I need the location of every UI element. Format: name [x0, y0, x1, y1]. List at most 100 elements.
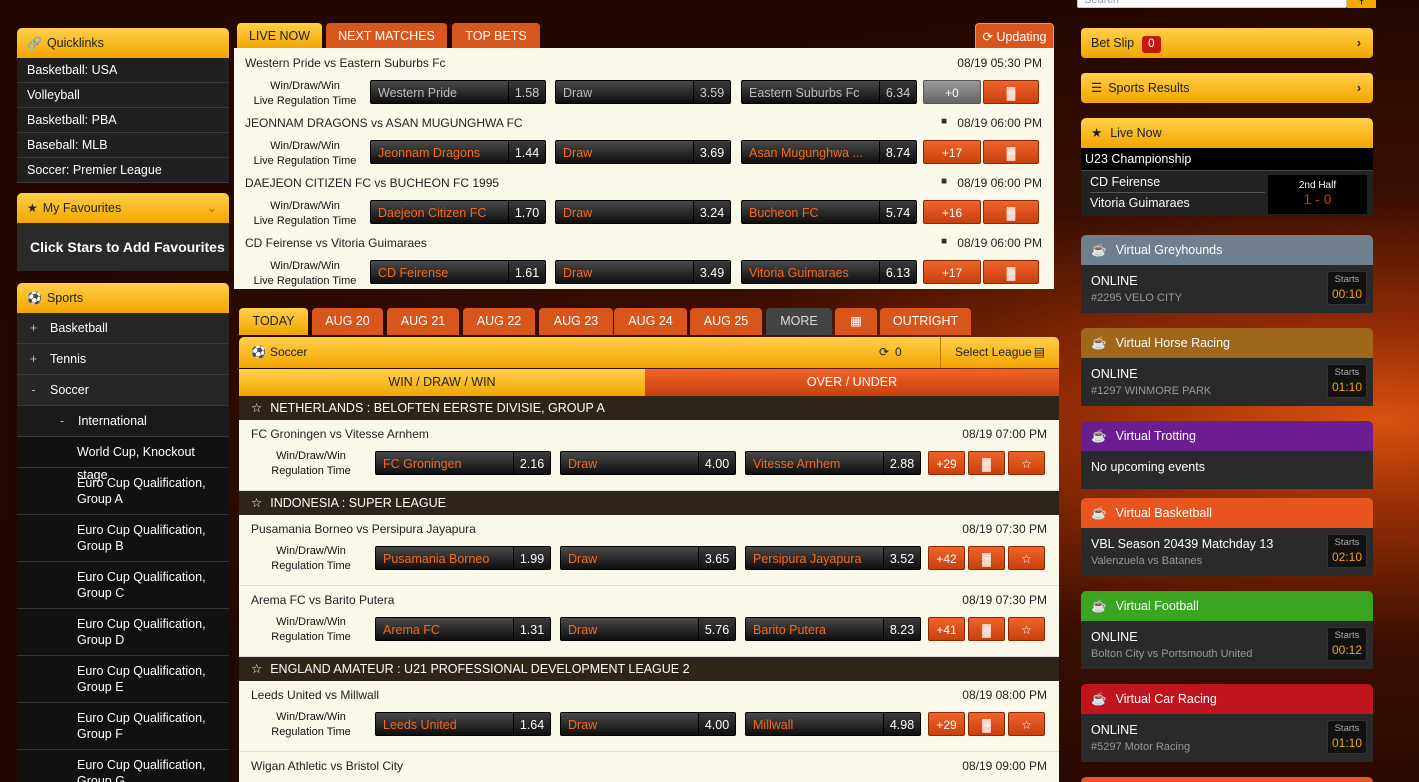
home-odd-button[interactable]: Leeds United 1.64	[375, 712, 551, 736]
star-icon[interactable]: ☆	[251, 496, 262, 510]
match-title[interactable]: Western Pride vs Eastern Suburbs Fc	[245, 56, 446, 70]
match-title[interactable]: Wigan Athletic vs Bristol City	[251, 759, 403, 773]
away-odd-button[interactable]: Vitoria Guimaraes 6.13	[741, 260, 917, 284]
home-odd-button[interactable]: CD Feirense 1.61	[370, 260, 546, 284]
competition-item[interactable]: Euro Cup Qualification, Group G	[17, 750, 229, 782]
favourite-star-icon[interactable]: ☆	[1008, 617, 1045, 641]
virtual-panel[interactable]: ☕ Virtual Car Racing ONLINE #5297 Motor Rac…	[1081, 684, 1373, 762]
match-title[interactable]: Arema FC vs Barito Putera	[251, 593, 394, 607]
home-odd-button[interactable]: Western Pride 1.58	[370, 80, 546, 104]
competition-item[interactable]: Euro Cup Qualification, Group F	[17, 703, 229, 750]
star-icon[interactable]: ☆	[251, 401, 262, 415]
virtual-header[interactable]: ☕ Virtual Car Racing	[1081, 684, 1373, 714]
search-icon[interactable]: ⚲	[1347, 0, 1376, 8]
select-league-button[interactable]: Select League ▤	[940, 337, 1059, 368]
match-title[interactable]: JEONNAM DRAGONS vs ASAN MUGUNGHWA FC	[245, 116, 523, 130]
stats-icon[interactable]: ▓	[983, 80, 1039, 104]
star-icon[interactable]: ☆	[251, 662, 262, 676]
match-title[interactable]: Pusamania Borneo vs Persipura Jayapura	[251, 522, 476, 536]
more-markets-button[interactable]: +29	[928, 451, 965, 475]
league-header[interactable]: ☆ NETHERLANDS : BELOFTEN EERSTE DIVISIE, …	[239, 396, 1059, 420]
home-odd-button[interactable]: Arema FC 1.31	[375, 617, 551, 641]
quicklink-item[interactable]: Baseball: MLB	[17, 133, 229, 158]
stats-icon[interactable]: ▓	[968, 712, 1005, 736]
tab-over-under[interactable]: OVER / UNDER	[645, 369, 1059, 396]
video-icon[interactable]: ■	[941, 116, 947, 127]
virtual-panel[interactable]: ☕ Virtual Greyhounds ONLINE #2295 VELO CITY…	[1081, 235, 1373, 313]
match-title[interactable]: Leeds United vs Millwall	[251, 688, 379, 702]
away-odd-button[interactable]: Vitesse Arnhem 2.88	[745, 451, 921, 475]
tab-outright[interactable]: OUTRIGHT	[880, 308, 971, 335]
stats-icon[interactable]: ▓	[983, 200, 1039, 224]
tab-next-matches[interactable]: NEXT MATCHES	[326, 23, 447, 49]
more-markets-button[interactable]: +29	[928, 712, 965, 736]
competition-item[interactable]: World Cup, Knockout stage	[17, 437, 229, 482]
virtual-header[interactable]: ☕ Virtual Horse Racing	[1081, 328, 1373, 358]
competition-item[interactable]: Euro Cup Qualification, Group A	[17, 468, 229, 515]
draw-odd-button[interactable]: Draw 3.24	[555, 200, 731, 224]
draw-odd-button[interactable]: Draw 3.69	[555, 140, 731, 164]
quicklink-item[interactable]: Volleyball	[17, 83, 229, 108]
more-markets-button[interactable]: +17	[923, 140, 981, 164]
virtual-panel[interactable]: ☕ Virtual Basketball VBL Season 20439 Matc…	[1081, 498, 1373, 576]
draw-odd-button[interactable]: Draw 4.00	[560, 712, 736, 736]
away-odd-button[interactable]: Eastern Suburbs Fc 6.34	[741, 80, 917, 104]
refresh-icon[interactable]: ⟳	[879, 337, 889, 368]
virtual-panel[interactable]: ☕ Virtual Trotting No upcoming events	[1081, 421, 1373, 489]
draw-odd-button[interactable]: Draw 4.00	[560, 451, 736, 475]
virtual-body[interactable]: VBL Season 20439 Matchday 13 Valenzuela v…	[1081, 528, 1373, 576]
tab-date[interactable]: AUG 20	[312, 308, 383, 335]
tab-live-now[interactable]: LIVE NOW	[237, 23, 322, 49]
tab-date[interactable]: AUG 24	[614, 308, 687, 335]
virtual-panel[interactable]: ☕ Virtual Horse Racing ONLINE #1297 WINMORE…	[1081, 328, 1373, 406]
away-odd-button[interactable]: Persipura Jayapura 3.52	[745, 546, 921, 570]
stats-icon[interactable]: ▓	[968, 451, 1005, 475]
tab-date[interactable]: AUG 25	[690, 308, 762, 335]
favourite-star-icon[interactable]: ☆	[1008, 546, 1045, 570]
more-markets-button[interactable]: +0	[923, 80, 981, 104]
stats-icon[interactable]: ▓	[983, 260, 1039, 284]
competition-item[interactable]: Euro Cup Qualification, Group C	[17, 562, 229, 609]
tab-date[interactable]: MORE	[766, 308, 832, 335]
away-odd-button[interactable]: Bucheon FC 5.74	[741, 200, 917, 224]
tab-date[interactable]: TODAY	[239, 308, 308, 335]
draw-odd-button[interactable]: Draw 3.65	[560, 546, 736, 570]
away-odd-button[interactable]: Millwall 4.98	[745, 712, 921, 736]
virtual-header[interactable]: ☕ Virtual Greyhounds	[1081, 235, 1373, 265]
stats-icon[interactable]: ▓	[968, 617, 1005, 641]
more-markets-button[interactable]: +17	[923, 260, 981, 284]
quicklink-item[interactable]: Basketball: PBA	[17, 108, 229, 133]
league-header[interactable]: ☆ INDONESIA : SUPER LEAGUE	[239, 491, 1059, 515]
more-markets-button[interactable]: +42	[928, 546, 965, 570]
updating-button[interactable]: ⟳ Updating	[975, 23, 1054, 49]
stats-icon[interactable]: ▓	[968, 546, 1005, 570]
virtual-header[interactable]: ☕ Virtual Basketball	[1081, 498, 1373, 528]
competition-item[interactable]: Euro Cup Qualification, Group E	[17, 656, 229, 703]
tab-top-bets[interactable]: TOP BETS	[452, 23, 540, 49]
virtual-body[interactable]: No upcoming events	[1081, 451, 1373, 489]
virtual-header[interactable]: ☕ Virtual Football	[1081, 591, 1373, 621]
away-odd-button[interactable]: Barito Putera 8.23	[745, 617, 921, 641]
virtual-body[interactable]: ONLINE #2295 VELO CITY Starts 00:10	[1081, 265, 1373, 313]
tab-date[interactable]: AUG 21	[387, 308, 459, 335]
league-header[interactable]: ☆ ENGLAND AMATEUR : U21 PROFESSIONAL DEVE…	[239, 657, 1059, 681]
draw-odd-button[interactable]: Draw 3.49	[555, 260, 731, 284]
draw-odd-button[interactable]: Draw 5.76	[560, 617, 736, 641]
quicklink-item[interactable]: Basketball: USA	[17, 58, 229, 83]
sport-item-basketball[interactable]: + Basketball	[17, 313, 229, 344]
video-icon[interactable]: ■	[941, 176, 947, 187]
sports-results-panel[interactable]: ☰ Sports Results ›	[1081, 73, 1373, 103]
favourite-star-icon[interactable]: ☆	[1008, 451, 1045, 475]
live-event[interactable]: CD Feirense Vitoria Guimaraes 2nd Half 1…	[1081, 170, 1373, 216]
virtual-body[interactable]: ONLINE #5297 Motor Racing Starts 01:10	[1081, 714, 1373, 762]
virtual-panel[interactable]: ☕ Virtual Football ONLINE Bolton City vs Po…	[1081, 591, 1373, 669]
match-title[interactable]: DAEJEON CITIZEN FC vs BUCHEON FC 1995	[245, 176, 499, 190]
more-markets-button[interactable]: +41	[928, 617, 965, 641]
favourite-star-icon[interactable]: ☆	[1008, 712, 1045, 736]
draw-odd-button[interactable]: Draw 3.59	[555, 80, 731, 104]
more-markets-button[interactable]: +16	[923, 200, 981, 224]
virtual-header[interactable]: ☕ Virtual Trotting	[1081, 421, 1373, 451]
home-odd-button[interactable]: Jeonnam Dragons 1.44	[370, 140, 546, 164]
category-item-international[interactable]: - International	[17, 406, 229, 437]
sport-item-tennis[interactable]: + Tennis	[17, 344, 229, 375]
